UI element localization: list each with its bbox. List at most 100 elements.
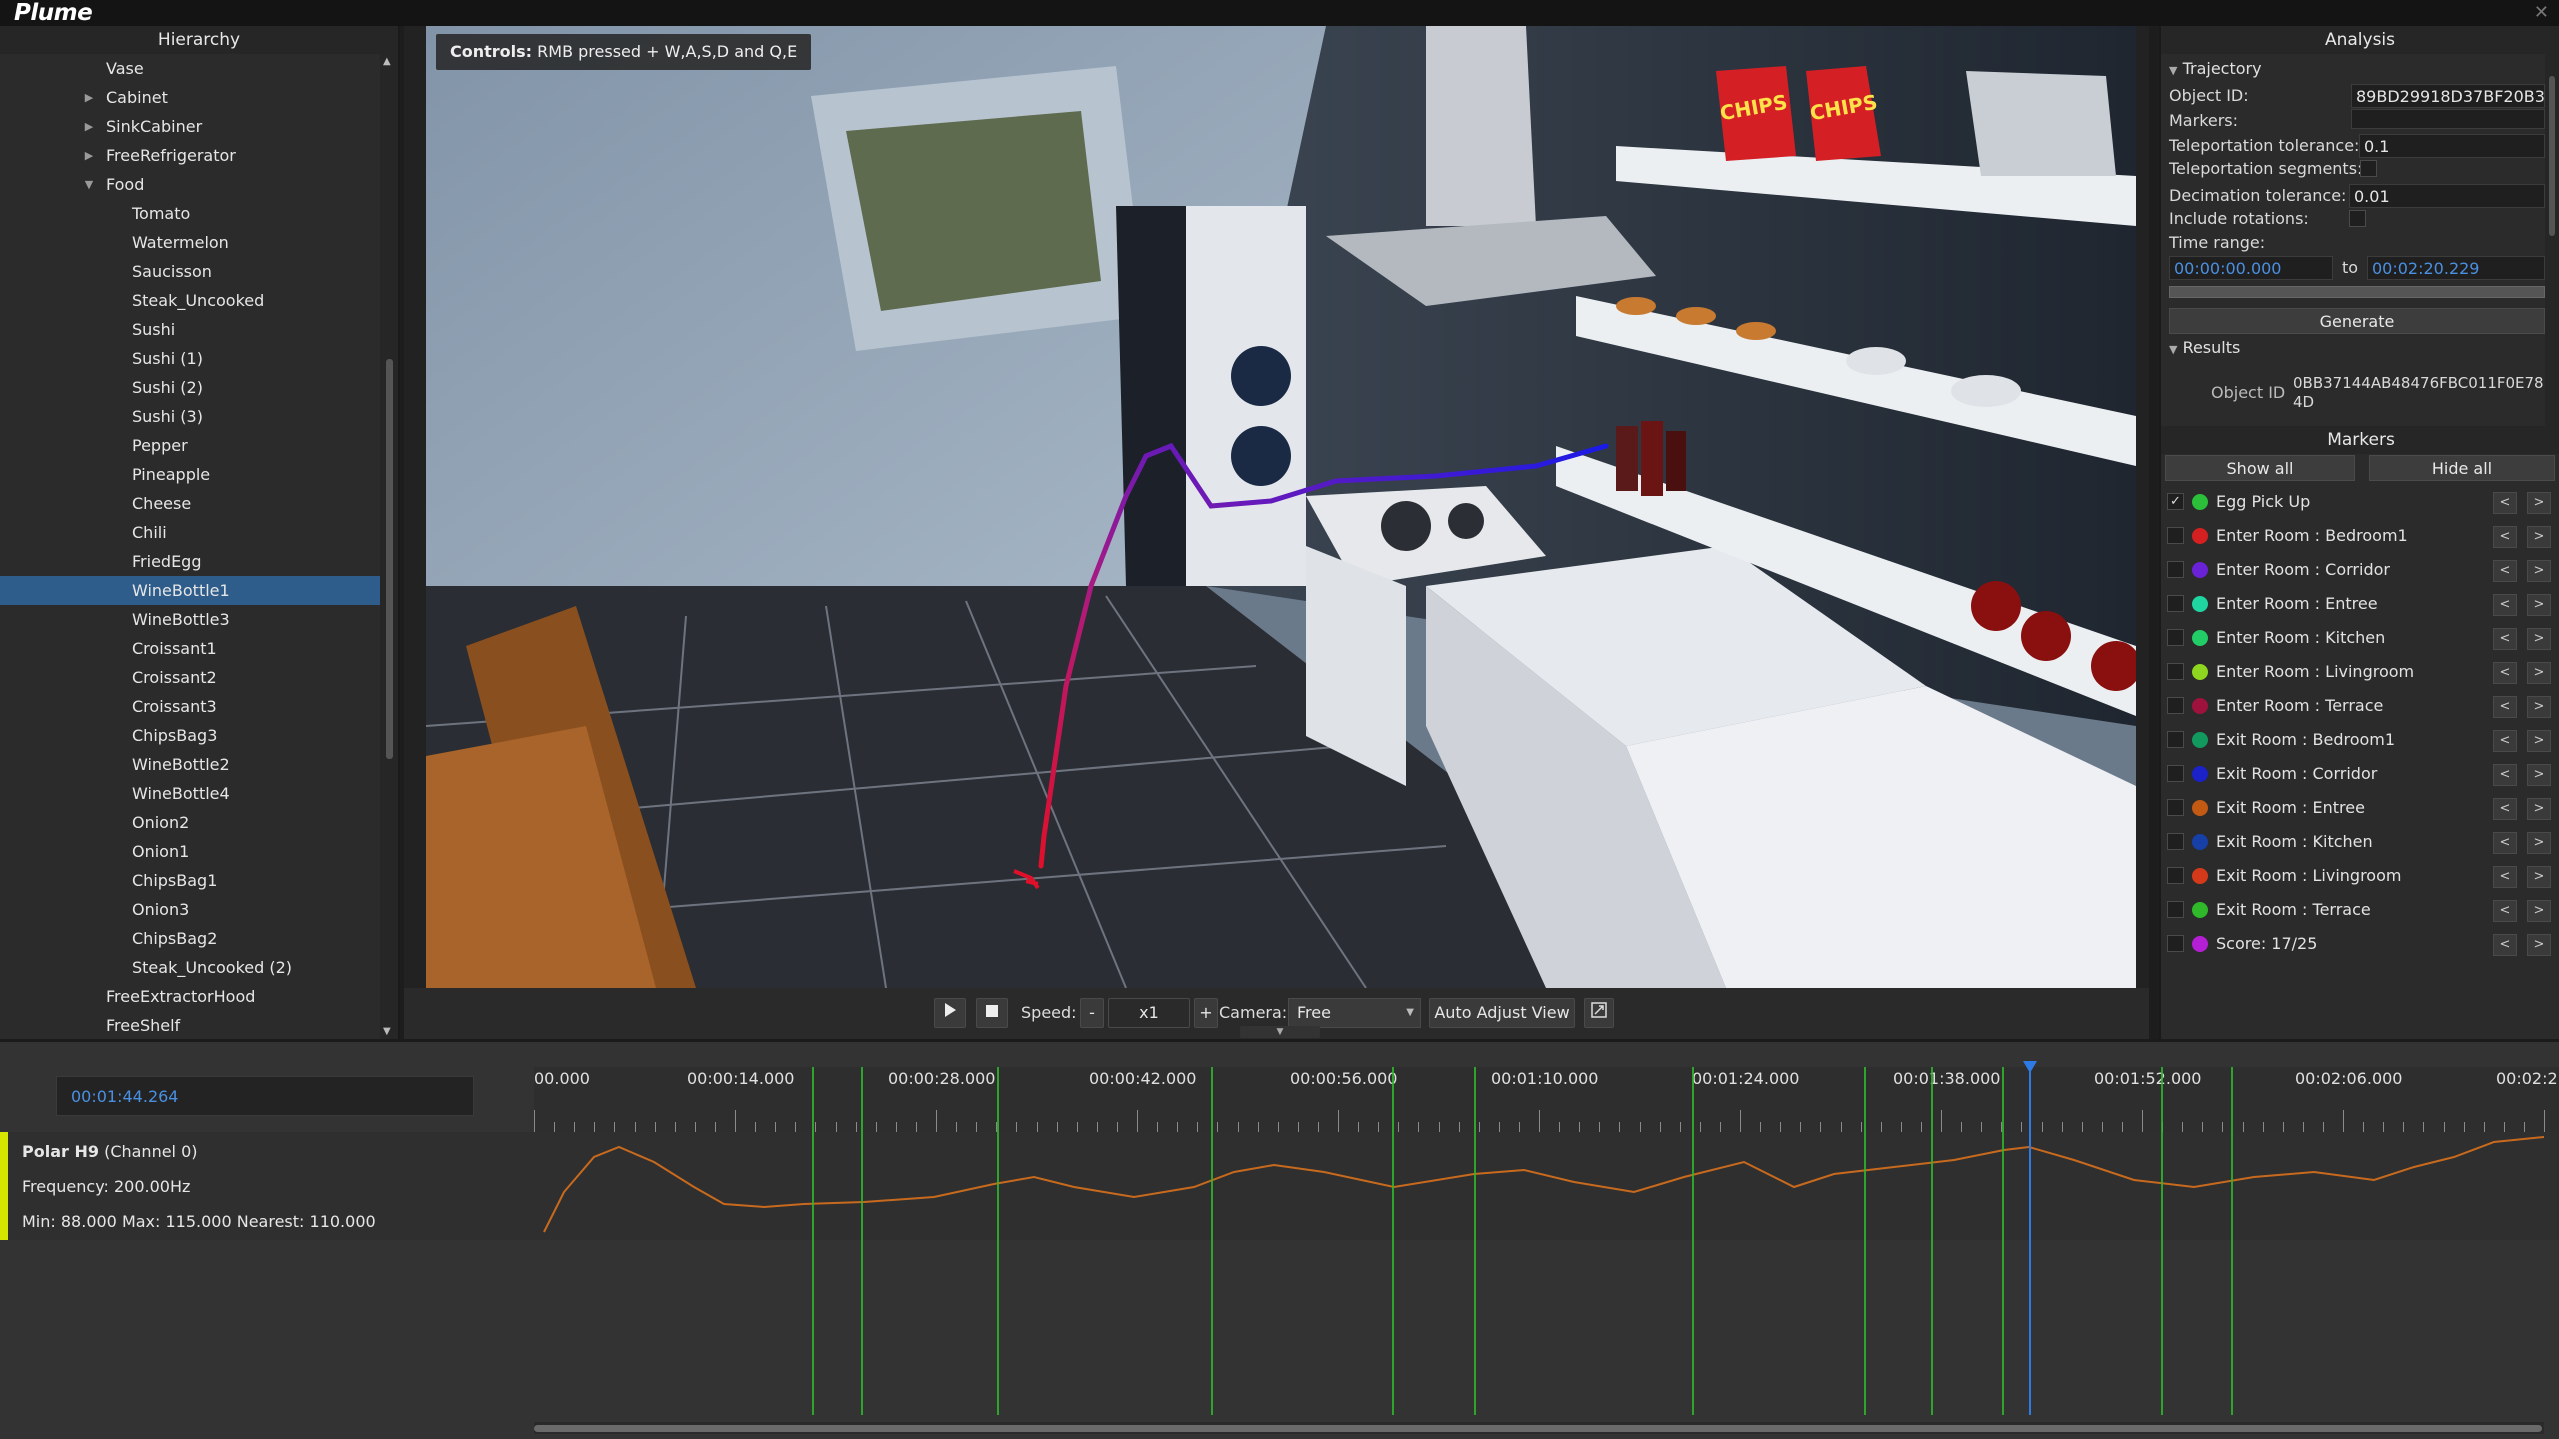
- speed-value-field[interactable]: x1: [1108, 998, 1190, 1028]
- marker-next-button[interactable]: >: [2527, 832, 2551, 854]
- marker-next-button[interactable]: >: [2527, 526, 2551, 548]
- marker-visibility-checkbox[interactable]: [2167, 527, 2184, 544]
- hierarchy-item[interactable]: WineBottle4: [0, 779, 382, 808]
- marker-visibility-checkbox[interactable]: [2167, 833, 2184, 850]
- show-all-markers-button[interactable]: Show all: [2165, 455, 2355, 481]
- hierarchy-item[interactable]: Sushi: [0, 315, 382, 344]
- speed-increase-button[interactable]: +: [1194, 998, 1218, 1028]
- hierarchy-scrollbar[interactable]: ▲ ▼: [380, 54, 398, 1039]
- marker-next-button[interactable]: >: [2527, 730, 2551, 752]
- hierarchy-item[interactable]: Croissant1: [0, 634, 382, 663]
- marker-visibility-checkbox[interactable]: [2167, 731, 2184, 748]
- expand-right-icon[interactable]: ▶: [82, 141, 96, 170]
- hierarchy-item[interactable]: WineBottle1: [0, 576, 382, 605]
- expand-right-icon[interactable]: ▶: [82, 112, 96, 141]
- time-range-end-field[interactable]: 00:02:20.229: [2367, 256, 2545, 280]
- hierarchy-item[interactable]: Sushi (3): [0, 402, 382, 431]
- teleportation-segments-checkbox[interactable]: [2360, 160, 2377, 177]
- marker-next-button[interactable]: >: [2527, 696, 2551, 718]
- hierarchy-item[interactable]: FreeShelf: [0, 1011, 382, 1039]
- marker-previous-button[interactable]: <: [2493, 594, 2517, 616]
- hierarchy-item[interactable]: ▶ Cabinet: [0, 83, 382, 112]
- hierarchy-item[interactable]: Croissant3: [0, 692, 382, 721]
- marker-previous-button[interactable]: <: [2493, 764, 2517, 786]
- marker-previous-button[interactable]: <: [2493, 832, 2517, 854]
- marker-next-button[interactable]: >: [2527, 900, 2551, 922]
- marker-visibility-checkbox[interactable]: [2167, 901, 2184, 918]
- marker-next-button[interactable]: >: [2527, 866, 2551, 888]
- hierarchy-item[interactable]: Vase: [0, 54, 382, 83]
- hierarchy-item[interactable]: Pineapple: [0, 460, 382, 489]
- marker-next-button[interactable]: >: [2527, 560, 2551, 582]
- timeline-scroll-thumb[interactable]: [534, 1425, 2542, 1432]
- analysis-scroll-thumb[interactable]: [2549, 76, 2555, 236]
- hierarchy-item[interactable]: ChipsBag3: [0, 721, 382, 750]
- hierarchy-item[interactable]: Steak_Uncooked: [0, 286, 382, 315]
- marker-previous-button[interactable]: <: [2493, 798, 2517, 820]
- markers-field[interactable]: [2351, 109, 2545, 129]
- marker-visibility-checkbox[interactable]: [2167, 629, 2184, 646]
- marker-next-button[interactable]: >: [2527, 628, 2551, 650]
- marker-visibility-checkbox[interactable]: [2167, 595, 2184, 612]
- hierarchy-item[interactable]: Onion2: [0, 808, 382, 837]
- marker-visibility-checkbox[interactable]: [2167, 765, 2184, 782]
- time-range-slider[interactable]: [2169, 286, 2545, 298]
- track-info[interactable]: Polar H9 (Channel 0) Frequency: 200.00Hz…: [0, 1132, 534, 1240]
- marker-next-button[interactable]: >: [2527, 764, 2551, 786]
- marker-previous-button[interactable]: <: [2493, 628, 2517, 650]
- marker-visibility-checkbox[interactable]: [2167, 867, 2184, 884]
- trajectory-section-header[interactable]: ▼ Trajectory: [2169, 59, 2262, 78]
- scene-view[interactable]: CHIPS CHIPS Controls: RMB pressed + W,A,…: [426, 26, 2136, 988]
- hierarchy-item[interactable]: Pepper: [0, 431, 382, 460]
- marker-visibility-checkbox[interactable]: [2167, 799, 2184, 816]
- marker-previous-button[interactable]: <: [2493, 492, 2517, 514]
- hierarchy-item[interactable]: ▼ Food: [0, 170, 382, 199]
- scroll-up-icon[interactable]: ▲: [383, 56, 391, 67]
- marker-previous-button[interactable]: <: [2493, 560, 2517, 582]
- current-time-field[interactable]: 00:01:44.264: [56, 1076, 474, 1116]
- object-id-field[interactable]: 89BD29918D37BF20B3: [2351, 84, 2545, 108]
- marker-next-button[interactable]: >: [2527, 662, 2551, 684]
- marker-previous-button[interactable]: <: [2493, 526, 2517, 548]
- hierarchy-item[interactable]: ChipsBag2: [0, 924, 382, 953]
- hierarchy-item[interactable]: WineBottle2: [0, 750, 382, 779]
- hierarchy-item[interactable]: Cheese: [0, 489, 382, 518]
- timeline-horizontal-scrollbar[interactable]: [534, 1422, 2544, 1434]
- hierarchy-item[interactable]: Tomato: [0, 199, 382, 228]
- decimation-tolerance-field[interactable]: 0.01: [2349, 184, 2545, 208]
- hierarchy-item[interactable]: Sushi (2): [0, 373, 382, 402]
- auto-adjust-view-button[interactable]: Auto Adjust View: [1429, 998, 1575, 1028]
- hierarchy-item[interactable]: Saucisson: [0, 257, 382, 286]
- hierarchy-item[interactable]: WineBottle3: [0, 605, 382, 634]
- include-rotations-checkbox[interactable]: [2349, 210, 2366, 227]
- hierarchy-item[interactable]: Steak_Uncooked (2): [0, 953, 382, 982]
- camera-select[interactable]: Free ▼: [1288, 998, 1421, 1028]
- hierarchy-item[interactable]: FriedEgg: [0, 547, 382, 576]
- panel-expand-handle[interactable]: ▼: [1240, 1026, 1320, 1038]
- marker-visibility-checkbox[interactable]: [2167, 935, 2184, 952]
- marker-previous-button[interactable]: <: [2493, 900, 2517, 922]
- stop-button[interactable]: [976, 998, 1008, 1028]
- results-section-header[interactable]: ▼ Results: [2169, 338, 2240, 357]
- hierarchy-item[interactable]: Sushi (1): [0, 344, 382, 373]
- marker-previous-button[interactable]: <: [2493, 730, 2517, 752]
- marker-visibility-checkbox[interactable]: [2167, 561, 2184, 578]
- generate-button[interactable]: Generate: [2169, 308, 2545, 334]
- marker-visibility-checkbox[interactable]: [2167, 663, 2184, 680]
- hierarchy-item[interactable]: ChipsBag1: [0, 866, 382, 895]
- expand-right-icon[interactable]: ▶: [82, 83, 96, 112]
- expand-down-icon[interactable]: ▼: [82, 170, 96, 199]
- track-plot[interactable]: [534, 1132, 2559, 1240]
- hierarchy-item[interactable]: ▶ FreeRefrigerator: [0, 141, 382, 170]
- marker-previous-button[interactable]: <: [2493, 934, 2517, 956]
- marker-previous-button[interactable]: <: [2493, 696, 2517, 718]
- hierarchy-item[interactable]: Onion1: [0, 837, 382, 866]
- marker-previous-button[interactable]: <: [2493, 662, 2517, 684]
- marker-visibility-checkbox[interactable]: [2167, 697, 2184, 714]
- play-button[interactable]: [934, 998, 966, 1028]
- hierarchy-item[interactable]: Onion3: [0, 895, 382, 924]
- hierarchy-item[interactable]: Croissant2: [0, 663, 382, 692]
- marker-visibility-checkbox[interactable]: ✓: [2167, 493, 2184, 510]
- hierarchy-scroll-thumb[interactable]: [386, 359, 393, 759]
- hierarchy-item[interactable]: Chili: [0, 518, 382, 547]
